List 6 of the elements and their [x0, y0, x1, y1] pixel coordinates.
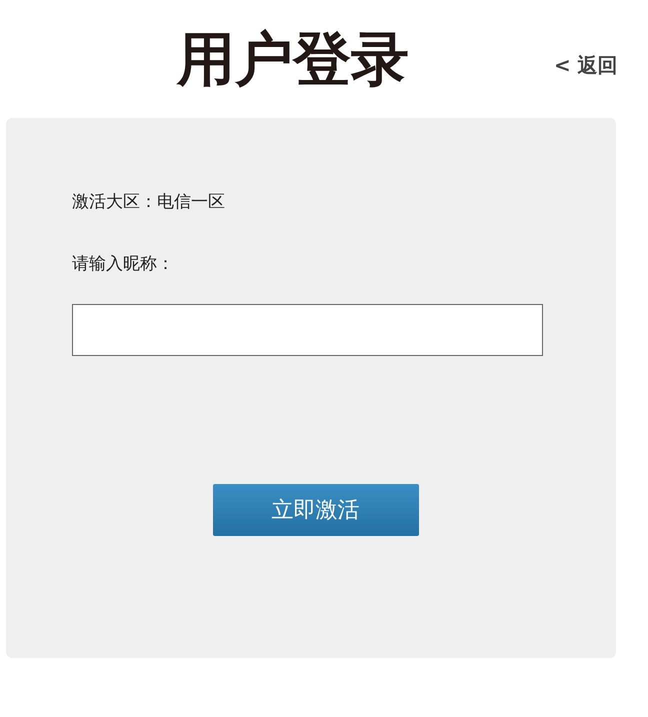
- back-link[interactable]: < 返回: [554, 50, 618, 80]
- nickname-label: 请输入昵称：: [72, 253, 175, 276]
- region-text: 激活大区：电信一区: [72, 191, 226, 214]
- page-title: 用户登录: [177, 30, 409, 88]
- activate-button[interactable]: 立即激活: [212, 484, 418, 536]
- nickname-input-field[interactable]: [72, 304, 543, 356]
